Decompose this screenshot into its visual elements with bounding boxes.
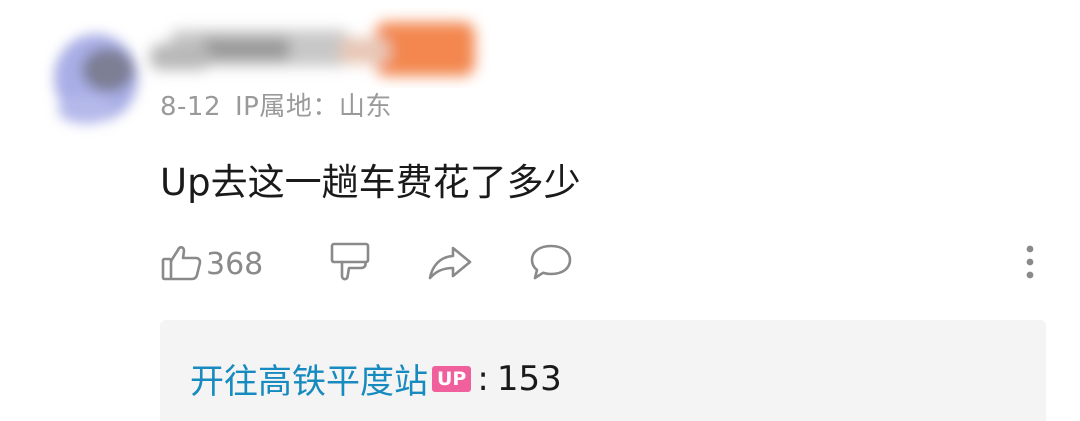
dislike-button[interactable] (328, 238, 372, 290)
share-icon (426, 240, 474, 288)
reply-button[interactable] (528, 238, 574, 290)
reply-item: 开往高铁平度站 UP : 153 (190, 354, 562, 403)
more-options-button[interactable] (1010, 238, 1050, 290)
action-bar: 368 (160, 238, 1060, 290)
like-button[interactable]: 368 (160, 238, 263, 290)
up-badge: UP (432, 365, 472, 392)
comment-text: Up去这一趟车费花了多少 (160, 161, 581, 204)
thumbs-down-icon (328, 240, 372, 288)
comment-item: 8-12 IP属地：山东 Up去这一趟车费花了多少 368 开往高铁平度站 UP… (0, 0, 1080, 421)
reply-separator: : (477, 358, 489, 399)
ip-location: IP属地：山东 (235, 92, 392, 122)
reply-username[interactable]: 开往高铁平度站 (190, 354, 428, 403)
comment-date: 8-12 (160, 92, 222, 122)
like-count: 368 (206, 246, 264, 282)
thumbs-up-icon (160, 240, 204, 288)
reply-preview[interactable]: 开往高铁平度站 UP : 153 (160, 320, 1046, 421)
comment-bubble-icon (528, 240, 574, 288)
more-vertical-icon (1024, 242, 1036, 286)
share-button[interactable] (426, 238, 474, 290)
comment-meta: 8-12 IP属地：山东 (160, 86, 392, 123)
reply-text: 153 (496, 358, 562, 399)
username[interactable] (140, 8, 490, 88)
